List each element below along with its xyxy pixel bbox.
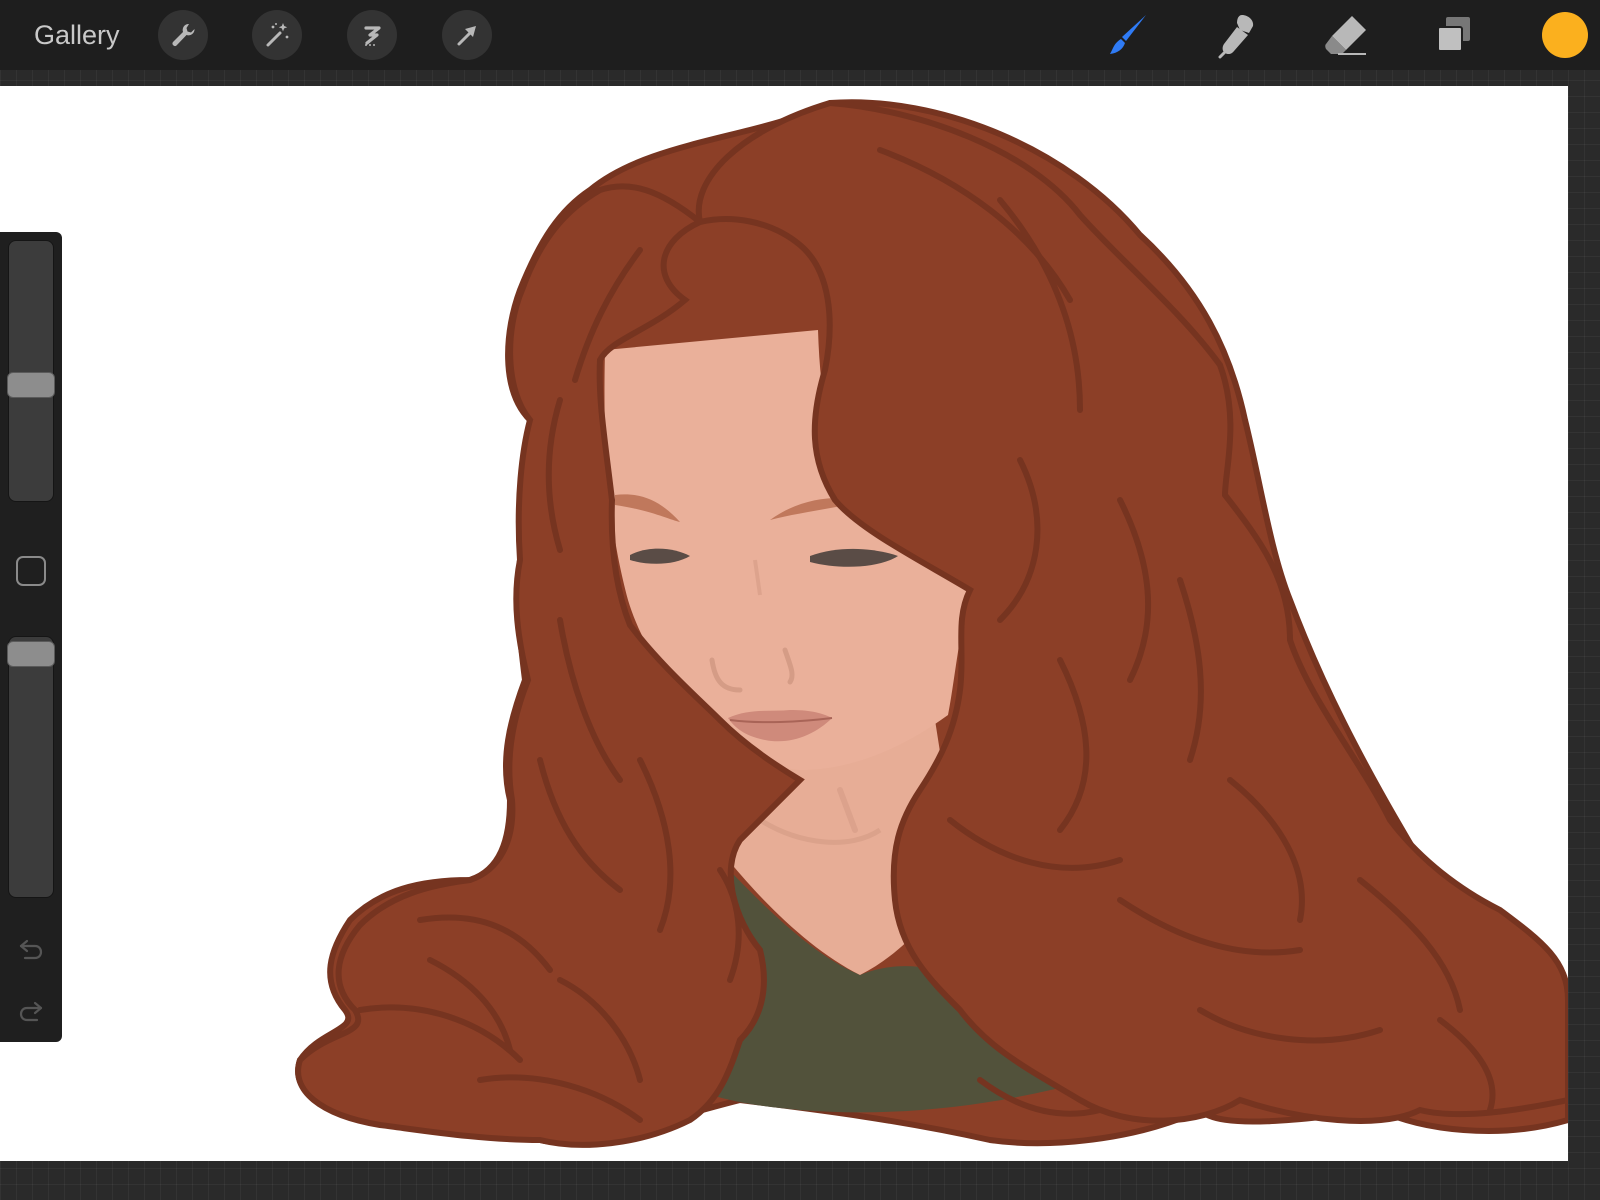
top-toolbar: Gallery <box>0 0 1600 70</box>
artwork-illustration <box>295 99 1568 1148</box>
undo-button[interactable] <box>14 932 48 966</box>
brush-size-slider[interactable] <box>8 240 54 502</box>
brush-opacity-slider-thumb[interactable] <box>7 640 55 667</box>
gallery-button[interactable]: Gallery <box>34 16 120 54</box>
color-picker-button[interactable] <box>1542 12 1588 58</box>
brush-size-slider-thumb[interactable] <box>7 372 55 399</box>
undo-icon <box>19 939 43 960</box>
modify-button[interactable] <box>16 556 46 586</box>
selection-s-icon <box>364 26 381 46</box>
redo-button[interactable] <box>14 994 48 1028</box>
actions-button[interactable] <box>158 10 208 60</box>
smudge-tool-button[interactable] <box>1208 10 1264 60</box>
brush-tool-button[interactable] <box>1100 10 1156 60</box>
selection-button[interactable] <box>347 10 397 60</box>
redo-icon <box>19 1001 43 1022</box>
left-sidebar <box>0 232 62 1042</box>
adjustments-button[interactable] <box>252 10 302 60</box>
magic-wand-icon <box>266 23 289 47</box>
drawing-canvas[interactable] <box>0 86 1568 1161</box>
transform-button[interactable] <box>442 10 492 60</box>
brush-icon <box>1110 15 1146 54</box>
brush-opacity-slider[interactable] <box>8 636 54 898</box>
arrow-cursor-icon <box>457 26 476 46</box>
smudge-icon <box>1218 15 1254 59</box>
eraser-tool-button[interactable] <box>1318 10 1374 60</box>
wrench-icon <box>172 23 195 46</box>
layers-button[interactable] <box>1426 10 1482 60</box>
eraser-icon <box>1325 16 1366 55</box>
layers-icon <box>1437 17 1470 52</box>
